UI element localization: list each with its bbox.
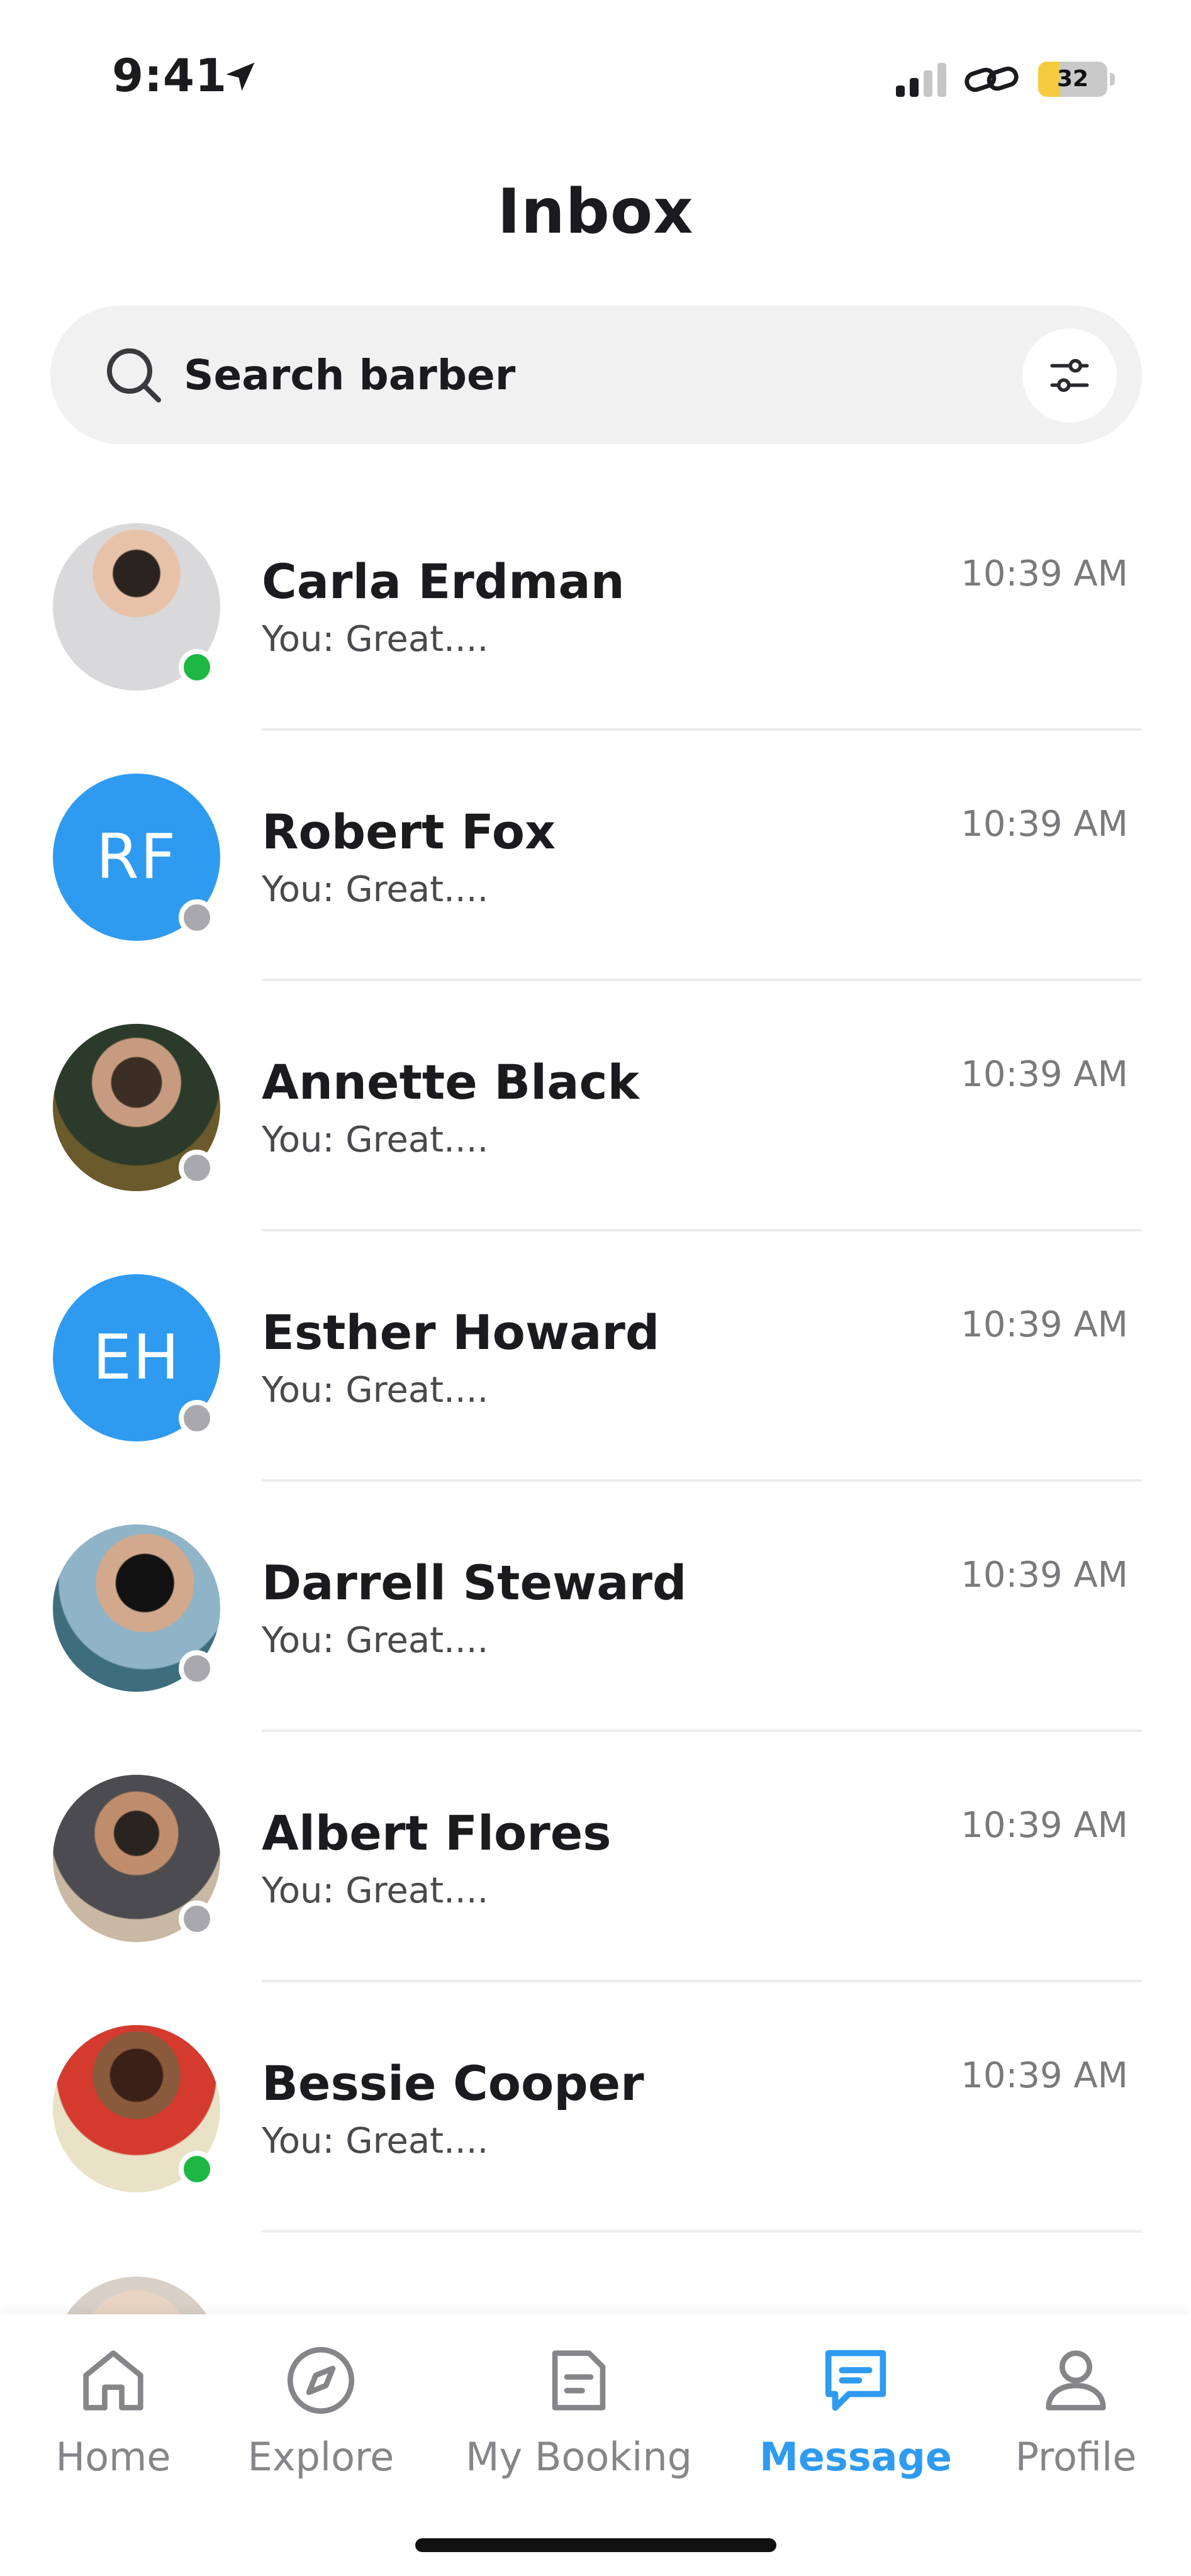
message-time: 10:39 AM xyxy=(961,553,1128,594)
divider xyxy=(262,728,1142,731)
chat-bubble-icon xyxy=(825,2350,886,2411)
offline-status-dot xyxy=(179,1901,215,1937)
message-time: 10:39 AM xyxy=(961,2055,1128,2096)
contact-name: Darrell Steward xyxy=(262,1555,687,1611)
conversation-row[interactable]: Albert Flores You: Great.... 10:39 AM xyxy=(0,1775,1191,2025)
divider xyxy=(262,1729,1142,1732)
message-preview: You: Great.... xyxy=(262,2121,489,2162)
message-time: 10:39 AM xyxy=(961,1304,1128,1345)
home-indicator xyxy=(415,2538,776,2552)
conversation-row[interactable]: Bessie Cooper You: Great.... 10:39 AM xyxy=(0,2025,1191,2275)
tab-label: Explore xyxy=(247,2434,394,2480)
message-preview: You: Great.... xyxy=(262,1620,489,1661)
conversation-row[interactable]: EH Esther Howard You: Great.... 10:39 AM xyxy=(0,1274,1191,1524)
online-status-dot xyxy=(179,649,215,686)
contact-name: Annette Black xyxy=(262,1054,640,1110)
message-preview: You: Great.... xyxy=(262,1119,489,1160)
conversation-row[interactable]: Annette Black You: Great.... 10:39 AM xyxy=(0,1024,1191,1274)
tab-my-booking[interactable]: My Booking xyxy=(465,2340,693,2490)
message-time: 10:39 AM xyxy=(961,1805,1128,1846)
tab-explore[interactable]: Explore xyxy=(247,2340,394,2490)
conversation-row[interactable]: Darrell Steward You: Great.... 10:39 AM xyxy=(0,1524,1191,1775)
message-preview: You: Great.... xyxy=(262,1370,489,1411)
tab-home[interactable]: Home xyxy=(55,2340,171,2490)
offline-status-dot xyxy=(179,1150,215,1186)
contact-name: Albert Flores xyxy=(262,1805,612,1861)
compass-icon xyxy=(287,2346,355,2414)
conversation-list: Carla Erdman You: Great.... 10:39 AM RF Robe… xyxy=(0,0,1191,2314)
tab-label: My Booking xyxy=(465,2434,693,2480)
message-preview: You: Great.... xyxy=(262,869,489,910)
contact-name: Carla Erdman xyxy=(262,553,625,609)
user-icon xyxy=(1046,2350,1106,2411)
tab-message[interactable]: Message xyxy=(759,2340,952,2490)
contact-name: Bessie Cooper xyxy=(262,2055,644,2111)
tab-bar: Home Explore My Booking Message Profile xyxy=(0,2314,1191,2576)
conversation-row[interactable]: RF Robert Fox You: Great.... 10:39 AM xyxy=(0,774,1191,1024)
tab-label: Message xyxy=(759,2434,952,2480)
document-icon xyxy=(552,2350,606,2411)
message-preview: You: Great.... xyxy=(262,619,489,660)
tab-label: Home xyxy=(55,2434,171,2480)
divider xyxy=(262,1980,1142,1982)
contact-name: Robert Fox xyxy=(262,804,556,860)
message-time: 10:39 AM xyxy=(961,804,1128,845)
avatar xyxy=(53,2277,220,2314)
conversation-row-partial[interactable] xyxy=(0,2277,1191,2314)
offline-status-dot xyxy=(179,899,215,936)
contact-name: Esther Howard xyxy=(262,1304,660,1360)
offline-status-dot xyxy=(179,1400,215,1436)
online-status-dot xyxy=(179,2151,215,2187)
inbox-screen: 9:41 32 Inbox Search barber Carla Erdman… xyxy=(0,0,1191,2576)
home-icon xyxy=(83,2350,143,2411)
divider xyxy=(262,1479,1142,1482)
divider xyxy=(262,979,1142,981)
offline-status-dot xyxy=(179,1650,215,1687)
tab-label: Profile xyxy=(1015,2434,1137,2480)
message-time: 10:39 AM xyxy=(961,1555,1128,1596)
tab-profile[interactable]: Profile xyxy=(1007,2340,1145,2490)
conversation-row[interactable]: Carla Erdman You: Great.... 10:39 AM xyxy=(0,523,1191,774)
message-preview: You: Great.... xyxy=(262,1870,489,1911)
divider xyxy=(262,2230,1142,2233)
divider xyxy=(262,1229,1142,1231)
message-time: 10:39 AM xyxy=(961,1054,1128,1095)
